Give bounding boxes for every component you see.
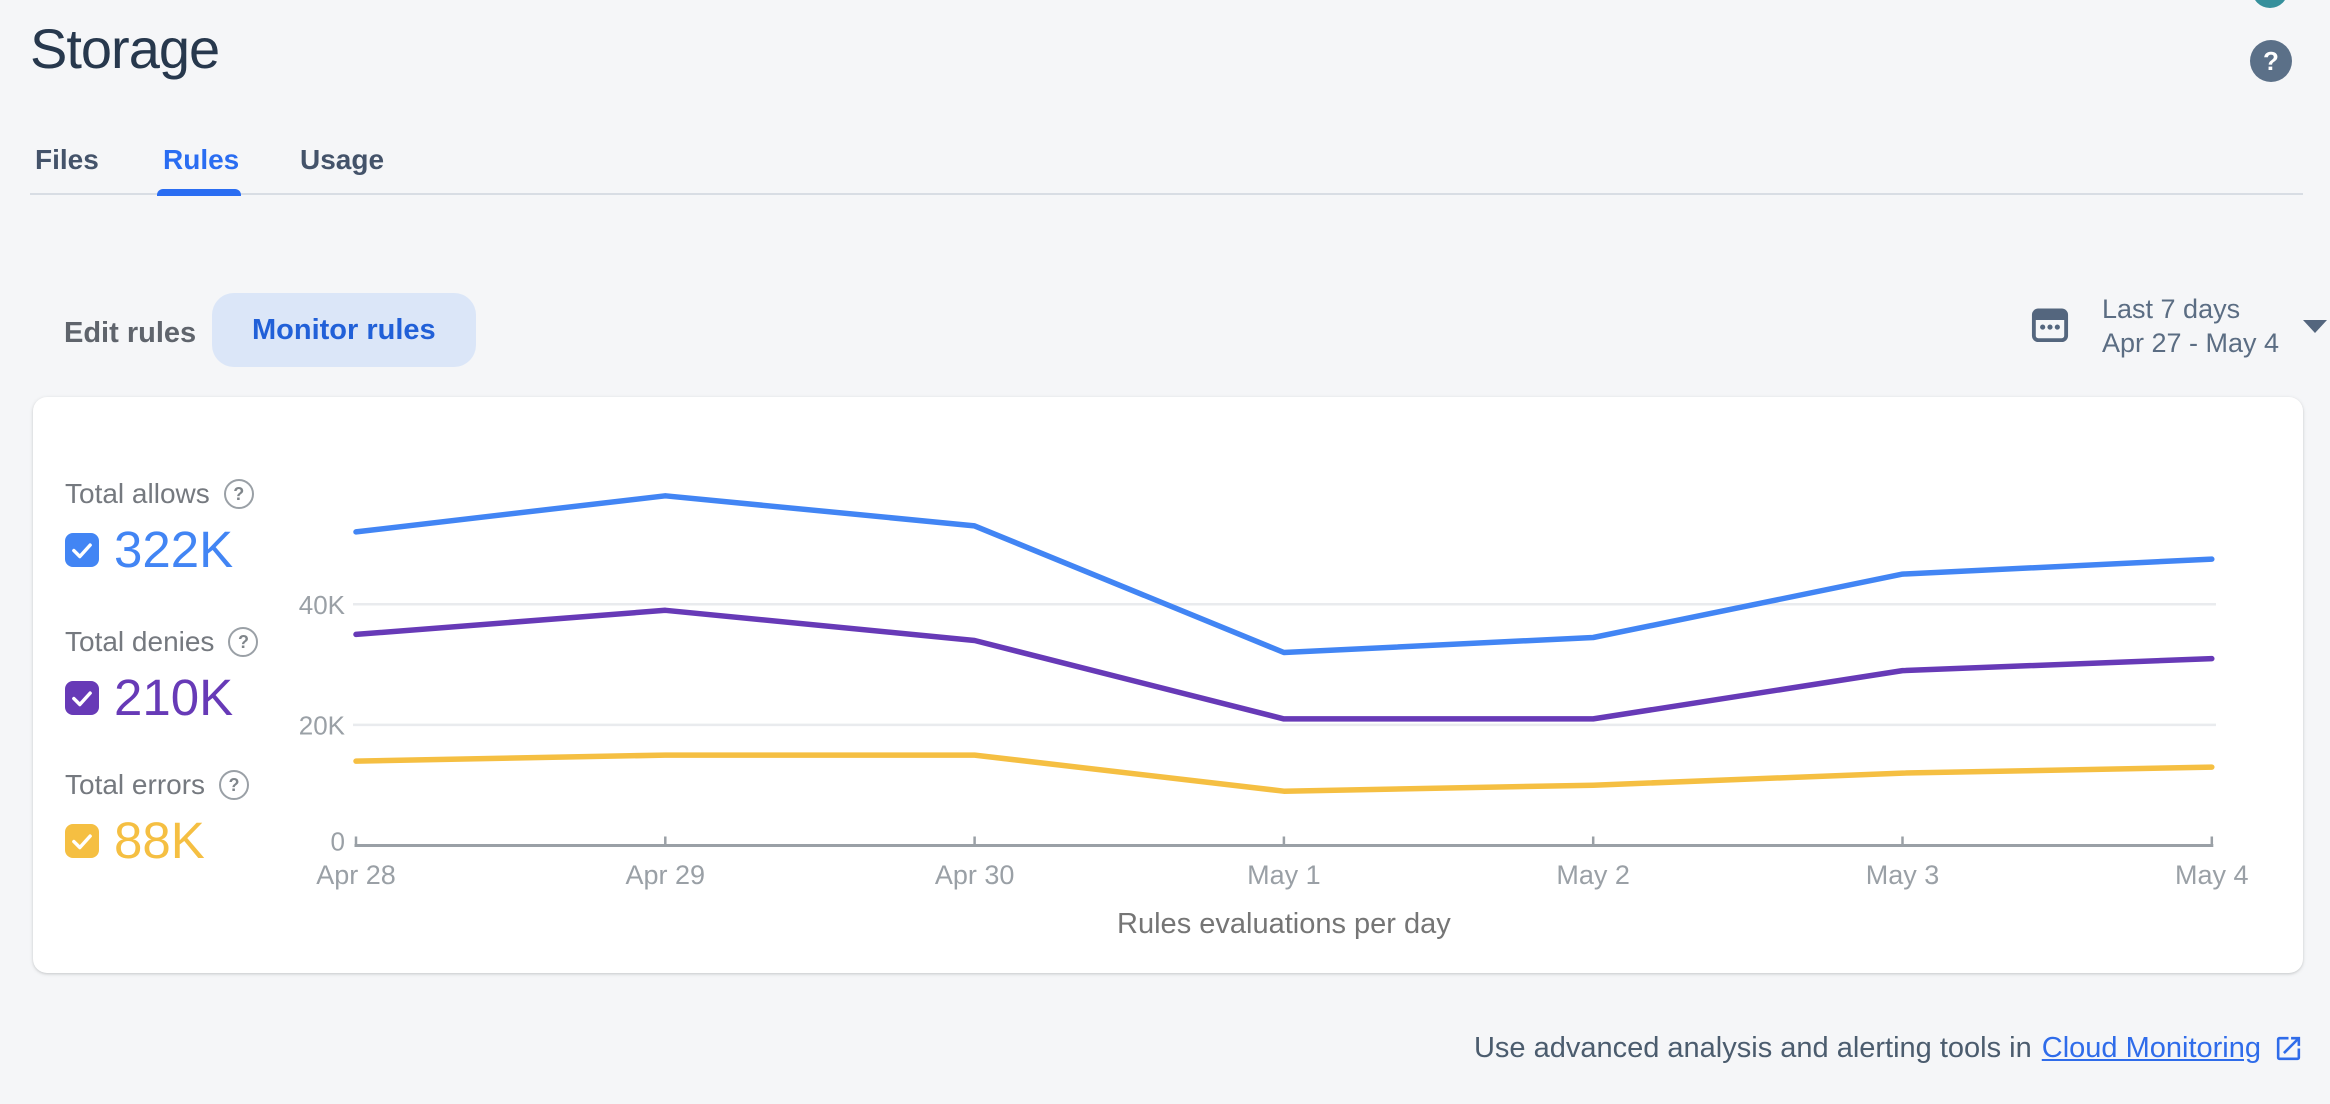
tab-divider (30, 193, 2303, 195)
help-button[interactable]: ? (2250, 40, 2292, 82)
calendar-icon (2031, 308, 2069, 343)
tab-usage[interactable]: Usage (300, 144, 384, 176)
external-link-icon (2276, 1036, 2301, 1061)
svg-text:40K: 40K (299, 590, 346, 620)
tab-rules[interactable]: Rules (163, 144, 239, 176)
svg-text:Apr 29: Apr 29 (626, 860, 706, 890)
svg-text:20K: 20K (299, 710, 346, 740)
svg-text:May 1: May 1 (1247, 860, 1321, 890)
date-range-picker[interactable]: Last 7 days Apr 27 - May 4 (2028, 292, 2328, 360)
cloud-monitoring-link[interactable]: Cloud Monitoring (2042, 1032, 2261, 1065)
question-icon: ? (2263, 45, 2279, 76)
svg-text:Apr 28: Apr 28 (316, 860, 396, 890)
chevron-down-icon (2303, 320, 2328, 333)
svg-text:Rules evaluations per day: Rules evaluations per day (1117, 908, 1451, 940)
cloud-monitoring-footer: Use advanced analysis and alerting tools… (1474, 1032, 2304, 1065)
rules-evaluations-chart: Apr 28 Apr 29 Apr 30 May 1 May 2 May 3 May 4 0 2… (299, 493, 2249, 940)
date-range-value: Apr 27 - May 4 (2102, 328, 2280, 358)
svg-text:May 4: May 4 (2175, 860, 2249, 890)
page-title: Storage (30, 17, 220, 80)
monitoring-card: Total allows ? 322K Total denies ? 210K (33, 397, 2303, 973)
date-range-label: Last 7 days (2102, 294, 2241, 324)
svg-text:May 3: May 3 (1866, 860, 1940, 890)
avatar-peek (2252, 0, 2288, 8)
svg-text:May 2: May 2 (1556, 860, 1630, 890)
tab-files[interactable]: Files (35, 144, 99, 176)
svg-text:Apr 30: Apr 30 (935, 860, 1015, 890)
monitor-rules-button[interactable]: Monitor rules (212, 293, 476, 367)
active-tab-indicator (157, 189, 241, 196)
storage-page: ? Storage Files Rules Usage Edit rules M… (0, 0, 2330, 1104)
edit-rules-button[interactable]: Edit rules (64, 317, 196, 350)
footer-text: Use advanced analysis and alerting tools… (1473, 1032, 2032, 1064)
svg-text:0: 0 (331, 827, 345, 857)
